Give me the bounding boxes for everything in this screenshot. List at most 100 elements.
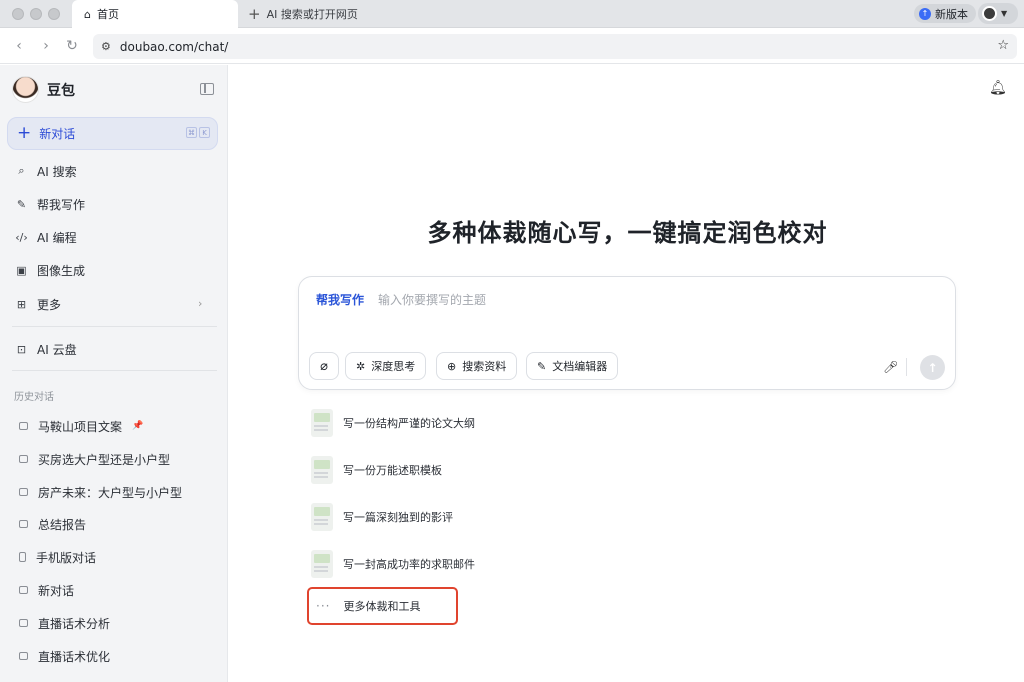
more-genres-button[interactable]: ··· 更多体裁和工具 xyxy=(316,597,420,615)
suggestion-item[interactable]: 写一份万能述职模板 xyxy=(311,456,442,484)
more-dots-icon: ··· xyxy=(316,599,331,613)
browser-toolbar: ‹ › ↻ ⚙ doubao.com/chat/ ☆ xyxy=(0,29,1024,64)
history-item-label: 直播话术优化 xyxy=(38,649,111,664)
home-icon: ⌂ xyxy=(84,7,91,21)
shortcut-hint: ⌘ K xyxy=(186,127,210,138)
deep-think-button[interactable]: ✲ 深度思考 xyxy=(345,352,427,380)
chip-label: 文档编辑器 xyxy=(552,360,608,373)
attach-button[interactable]: ⌀ xyxy=(309,352,339,380)
sidebar: 豆包 + 新对话 ⌘ K ⌕ AI 搜索 ✎ 帮我写作 ‹/› AI 编程 ▣ … xyxy=(0,65,228,682)
doc-editor-button[interactable]: ✎ 文档编辑器 xyxy=(526,352,619,380)
globe-icon: ⊕ xyxy=(447,359,457,373)
arrow-up-icon: ↑ xyxy=(927,360,938,375)
new-version-button[interactable]: ↑ 新版本 xyxy=(914,4,976,23)
suggestion-label: 写一封高成功率的求职邮件 xyxy=(343,558,475,571)
window-zoom-button[interactable] xyxy=(48,8,60,20)
suggestion-label: 写一篇深刻独到的影评 xyxy=(343,511,453,524)
k-key: K xyxy=(199,127,210,138)
sidebar-item-coding[interactable]: ‹/› AI 编程 xyxy=(15,227,77,247)
skill-tag[interactable]: 帮我写作 xyxy=(316,291,364,308)
new-tab[interactable]: + AI 搜索或打开网页 xyxy=(248,0,358,28)
plus-icon: + xyxy=(248,4,261,23)
chat-icon xyxy=(19,455,28,463)
history-item[interactable]: 直播话术分析 xyxy=(19,613,110,633)
window-close-button[interactable] xyxy=(12,8,24,20)
chip-label: 深度思考 xyxy=(371,360,416,373)
sidebar-item-label: AI 搜索 xyxy=(37,164,77,179)
suggestion-label: 写一份万能述职模板 xyxy=(343,464,442,477)
document-thumbnail-icon xyxy=(311,409,333,437)
history-item[interactable]: 买房选大户型还是小户型 xyxy=(19,449,170,469)
notification-bell-icon[interactable]: 🔔︎ xyxy=(989,80,1007,96)
window-minimize-button[interactable] xyxy=(30,8,42,20)
sidebar-item-more[interactable]: ⊞ 更多 xyxy=(15,294,61,314)
pin-icon: 📌 xyxy=(132,421,144,431)
browser-tab-bar: ⌂ 首页 + AI 搜索或打开网页 ↑ 新版本 ▼ xyxy=(0,0,1024,28)
brand-name: 豆包 xyxy=(47,82,75,99)
send-button[interactable]: ↑ xyxy=(920,355,945,380)
profile-menu[interactable]: ▼ xyxy=(978,3,1018,24)
avatar xyxy=(982,6,997,21)
site-settings-icon[interactable]: ⚙ xyxy=(101,40,111,53)
doubao-avatar xyxy=(12,76,39,103)
code-icon: ‹/› xyxy=(15,230,28,244)
chat-icon xyxy=(19,488,28,496)
sidebar-item-writing[interactable]: ✎ 帮我写作 xyxy=(15,194,85,214)
composer: 帮我写作 输入你要撰写的主题 ⌀ ✲ 深度思考 ⊕ 搜索资料 ✎ 文档编辑器 🎤… xyxy=(298,276,956,390)
edit-doc-icon: ✎ xyxy=(537,359,547,373)
new-chat-label: 新对话 xyxy=(39,127,76,141)
sidebar-item-ai-search[interactable]: ⌕ AI 搜索 xyxy=(15,161,77,181)
chevron-right-icon: › xyxy=(198,297,203,310)
sidebar-item-image[interactable]: ▣ 图像生成 xyxy=(15,260,85,280)
suggestion-item[interactable]: 写一封高成功率的求职邮件 xyxy=(311,550,475,578)
history-item[interactable]: 新对话 xyxy=(19,580,74,600)
chat-icon xyxy=(19,586,28,594)
search-icon: ⌕ xyxy=(18,164,25,177)
bookmark-star-icon[interactable]: ☆ xyxy=(997,38,1009,53)
cloud-drive-icon: ⊡ xyxy=(16,342,27,356)
phone-icon xyxy=(19,552,26,562)
history-item[interactable]: 直播话术优化 xyxy=(19,646,110,666)
history-item[interactable]: 马鞍山项目文案 📌 xyxy=(19,416,143,436)
chat-icon xyxy=(19,652,28,660)
chip-label: 搜索资料 xyxy=(462,360,507,373)
message-input[interactable]: 输入你要撰写的主题 xyxy=(378,291,486,308)
document-thumbnail-icon xyxy=(311,456,333,484)
paperclip-icon: ⌀ xyxy=(320,358,328,374)
divider xyxy=(12,326,217,327)
address-bar[interactable]: ⚙ doubao.com/chat/ ☆ xyxy=(93,34,1017,59)
history-item[interactable]: 房产未来：大户型与小户型 xyxy=(19,482,182,502)
chat-icon xyxy=(19,422,28,430)
divider xyxy=(12,370,217,371)
suggestion-item[interactable]: 写一份结构严谨的论文大纲 xyxy=(311,409,475,437)
forward-icon[interactable]: › xyxy=(37,37,55,55)
history-item-label: 买房选大户型还是小户型 xyxy=(38,452,171,467)
history-item[interactable]: 总结报告 xyxy=(19,514,86,534)
sidebar-item-label: 更多 xyxy=(37,297,62,312)
microphone-icon[interactable]: 🎤︎ xyxy=(883,360,898,374)
document-thumbnail-icon xyxy=(311,503,333,531)
history-item-label: 马鞍山项目文案 xyxy=(38,419,123,434)
more-genres-label: 更多体裁和工具 xyxy=(343,600,421,613)
reload-icon[interactable]: ↻ xyxy=(63,37,81,55)
search-sources-button[interactable]: ⊕ 搜索资料 xyxy=(436,352,518,380)
history-item-label: 房产未来：大户型与小户型 xyxy=(38,485,183,500)
suggestion-item[interactable]: 写一篇深刻独到的影评 xyxy=(311,503,453,531)
sidebar-item-label: AI 编程 xyxy=(37,230,77,245)
history-item-label: 总结报告 xyxy=(38,517,87,532)
url-text: doubao.com/chat/ xyxy=(119,39,229,54)
divider xyxy=(906,358,907,376)
sidebar-item-cloud-drive[interactable]: ⊡ AI 云盘 xyxy=(15,339,77,359)
sidebar-item-label: AI 云盘 xyxy=(37,342,77,357)
history-title: 历史对话 xyxy=(14,392,54,403)
arrow-up-icon: ↑ xyxy=(919,7,931,20)
brand[interactable]: 豆包 xyxy=(12,76,75,103)
sidebar-collapse-icon[interactable] xyxy=(200,83,214,95)
back-icon[interactable]: ‹ xyxy=(10,37,28,55)
tab-home[interactable]: ⌂ 首页 xyxy=(72,0,238,28)
history-item[interactable]: 手机版对话 xyxy=(19,547,96,567)
new-version-label: 新版本 xyxy=(935,7,968,21)
chevron-down-icon: ▼ xyxy=(1001,9,1008,18)
new-chat-button[interactable]: + 新对话 ⌘ K xyxy=(7,117,218,150)
suggestion-label: 写一份结构严谨的论文大纲 xyxy=(343,417,475,430)
